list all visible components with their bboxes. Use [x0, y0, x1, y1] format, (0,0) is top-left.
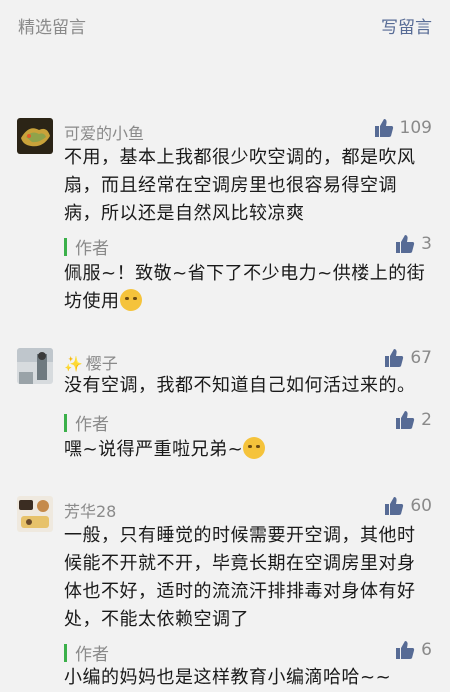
author-marker [64, 237, 67, 256]
comments-header: 精选留言 写留言 [0, 0, 450, 50]
comment-text: 不用，基本上我都很少吹空调的，都是吹风扇，而且经常在空调房里也很容易得空调病，所… [64, 147, 416, 224]
thumbs-up-icon [395, 640, 415, 660]
reply-like-button[interactable]: 3 [395, 234, 432, 254]
reply-text: 小编的妈妈也是这样教育小编滴哈哈~~ [64, 667, 392, 688]
author-marker [64, 413, 67, 432]
thumbs-up-icon [395, 410, 415, 430]
thumbs-up-icon [384, 496, 404, 516]
author-label: 作者 [75, 239, 109, 259]
avatar[interactable] [17, 496, 53, 532]
author-label: 作者 [75, 645, 109, 665]
like-count: 6 [421, 640, 432, 660]
like-count: 109 [399, 118, 432, 138]
comment-text: 没有空调，我都不知道自己如何活过来的。 [64, 375, 416, 396]
thumbs-up-icon [374, 118, 394, 138]
like-count: 67 [410, 348, 432, 368]
laughing-emoji-icon [119, 289, 142, 311]
like-button[interactable]: 67 [384, 348, 432, 368]
section-title: 精选留言 [18, 17, 86, 38]
like-button[interactable]: 60 [384, 496, 432, 516]
nickname: ✨ 樱子 [64, 350, 118, 374]
reply-text: 佩服~！致敬~省下了不少电力~供楼上的街坊使用 [64, 260, 432, 316]
write-comment-button[interactable]: 写留言 [381, 13, 432, 38]
author-reply-header: 作者 [64, 410, 109, 435]
avatar[interactable] [17, 348, 53, 384]
nickname: 芳华28 [64, 502, 117, 521]
comment-text: 一般，只有睡觉的时候需要开空调，其他时候能不开就不开，毕竟长期在空调房里对身体也… [64, 525, 416, 630]
nickname-text: 樱子 [85, 354, 118, 373]
smirk-emoji-icon [243, 437, 266, 459]
thumbs-up-icon [384, 348, 404, 368]
nickname: 可爱的小鱼 [64, 124, 145, 143]
thumbs-up-icon [395, 234, 415, 254]
like-count: 60 [410, 496, 432, 516]
like-button[interactable]: 109 [374, 118, 432, 138]
reply-like-button[interactable]: 2 [395, 410, 432, 430]
author-marker [64, 643, 67, 662]
avatar[interactable] [17, 118, 53, 154]
author-reply-header: 作者 [64, 640, 109, 665]
reply-like-button[interactable]: 6 [395, 640, 432, 660]
reply-text: 嘿~说得严重啦兄弟~ [64, 436, 432, 464]
reply-text-content: 嘿~说得严重啦兄弟~ [64, 439, 244, 460]
reply-text-content: 佩服~！致敬~省下了不少电力~供楼上的街坊使用 [64, 263, 426, 312]
like-count: 3 [421, 234, 432, 254]
author-label: 作者 [75, 415, 109, 435]
like-count: 2 [421, 410, 432, 430]
sparkle-icon: ✨ [64, 355, 83, 373]
author-reply-header: 作者 [64, 234, 109, 259]
